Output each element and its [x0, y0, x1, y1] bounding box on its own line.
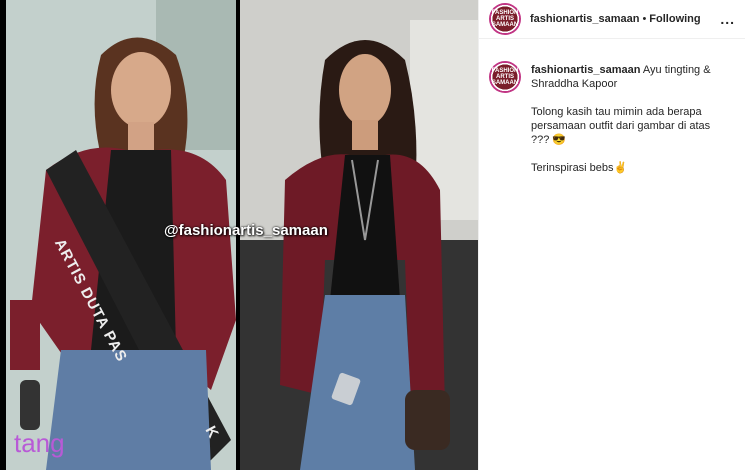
caption-username-link[interactable]: fashionartis_samaan — [531, 64, 640, 76]
caption-avatar-text: FASHION ARTIS SAMAAN — [491, 68, 519, 86]
following-button[interactable]: Following — [649, 13, 700, 25]
caption-line-2: Tolong kasih tau mimin ada berapa persam… — [531, 106, 711, 146]
caption-text: fashionartis_samaan Ayu tingting & Shrad… — [531, 63, 731, 175]
avatar-text: FASHION ARTIS SAMAAN — [491, 10, 519, 28]
avatar[interactable]: FASHION ARTIS SAMAAN — [489, 3, 521, 35]
watermark: @fashionartis_samaan — [164, 222, 328, 239]
post-header: FASHION ARTIS SAMAAN fashionartis_samaan… — [479, 0, 745, 39]
more-options-icon[interactable]: ... — [720, 11, 735, 27]
caption-avatar[interactable]: FASHION ARTIS SAMAAN — [489, 61, 521, 93]
caption-line-3: Terinspirasi bebs✌ — [531, 162, 628, 174]
caption-comment: FASHION ARTIS SAMAAN fashionartis_samaan… — [479, 39, 745, 175]
post-image[interactable]: ARTIS DUTA PAS K tang @fashionartis_sama… — [0, 0, 478, 470]
corner-logo: tang — [14, 428, 65, 458]
post-sidebar: FASHION ARTIS SAMAAN fashionartis_samaan… — [478, 0, 745, 470]
username-link[interactable]: fashionartis_samaan — [530, 13, 639, 25]
separator-dot: • — [642, 13, 647, 25]
